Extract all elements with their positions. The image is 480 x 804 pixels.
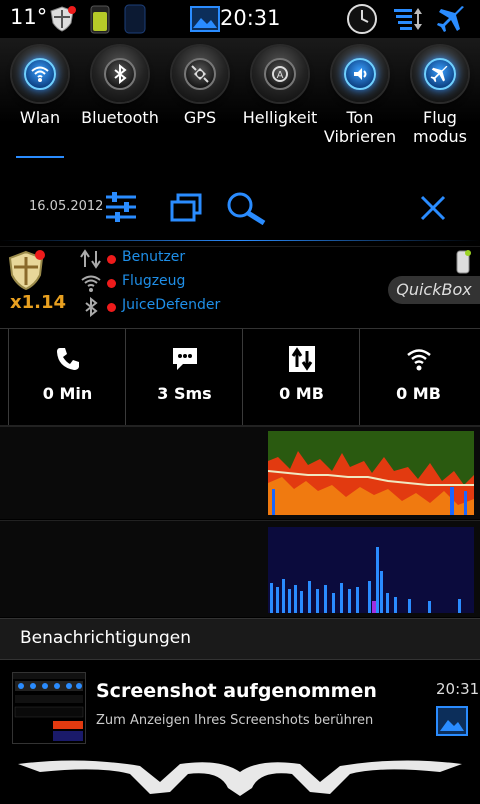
- toggle-label: Bluetooth: [81, 108, 159, 127]
- mobile-data-icon: [289, 346, 315, 372]
- bluetooth-small-icon: [85, 297, 98, 317]
- notification-title: Screenshot aufgenommen: [96, 680, 377, 702]
- wifi-icon: [31, 66, 49, 82]
- stat-value: 0 MB: [279, 384, 324, 403]
- stat-value: 0 MB: [396, 384, 441, 403]
- screenshot-thumbnail: [12, 672, 86, 744]
- brightness-icon: A: [272, 66, 288, 82]
- image-icon: [190, 6, 220, 36]
- close-icon[interactable]: [420, 195, 446, 225]
- svg-text:A: A: [277, 70, 284, 81]
- stat-sms[interactable]: 3 Sms: [125, 329, 243, 425]
- stat-value: 0 Min: [42, 384, 93, 403]
- info-label: Benutzer: [122, 249, 186, 265]
- footer-logo: [0, 752, 480, 800]
- windows-icon[interactable]: [170, 193, 202, 227]
- clock-time: 20:31: [220, 6, 281, 30]
- phone-icon: [124, 4, 146, 38]
- toggle-label: Wlan: [19, 108, 61, 127]
- settings-sliders-icon[interactable]: [104, 191, 138, 227]
- notifications-title: Benachrichtigungen: [20, 628, 192, 648]
- stat-mobile-data[interactable]: 0 MB: [242, 329, 360, 425]
- signal-graph: [268, 527, 474, 613]
- wifi-small-icon: [81, 275, 101, 292]
- usage-stats: 0 Min 3 Sms 0 MB 0 MB: [0, 328, 480, 426]
- bluetooth-icon: [114, 64, 127, 84]
- sound-icon: [354, 68, 367, 80]
- battery-graph: [268, 431, 474, 515]
- date-label: 16.05.2012: [29, 199, 104, 214]
- juice-shield-icon[interactable]: [6, 249, 46, 295]
- wifi-data-icon: [407, 349, 431, 371]
- info-row-item[interactable]: Benutzer: [80, 247, 290, 271]
- image-icon: [436, 706, 468, 740]
- stat-wifi-data[interactable]: 0 MB: [359, 329, 477, 425]
- stat-calls[interactable]: 0 Min: [8, 329, 126, 425]
- notification-item[interactable]: Screenshot aufgenommen Zum Anzeigen Ihre…: [0, 660, 480, 750]
- sms-icon: [173, 348, 197, 370]
- phone-call-icon: [57, 348, 79, 370]
- clock-icon: [346, 3, 378, 39]
- airplane-icon: [436, 3, 468, 39]
- battery-graph-panel[interactable]: [0, 426, 480, 519]
- quickbox-button[interactable]: QuickBox: [388, 276, 480, 304]
- info-label: Flugzeug: [122, 273, 186, 289]
- status-bar: 11° 20:31: [0, 0, 480, 39]
- notification-time: 20:31: [436, 680, 480, 698]
- toggle-label: Flug modus: [412, 108, 467, 146]
- info-label: JuiceDefender: [122, 297, 221, 313]
- notification-subtitle: Zum Anzeigen Ihres Screenshots berühren: [96, 713, 374, 728]
- control-row: 16.05.2012: [0, 175, 480, 241]
- quick-toggles: Wlan Bluetooth GPS A Helligkeit Ton Vibr…: [0, 38, 480, 160]
- airplane-icon: [430, 65, 448, 83]
- battery-icon: [90, 4, 110, 38]
- data-arrows-icon: [80, 249, 101, 269]
- info-row-item[interactable]: Flugzeug: [80, 271, 290, 295]
- sync-icon: [392, 6, 426, 36]
- toggle-label: Ton Vibrieren: [323, 108, 397, 146]
- search-icon[interactable]: [226, 191, 268, 229]
- multiplier-label: x1.14: [10, 292, 67, 313]
- temperature: 11°: [10, 5, 48, 29]
- gps-icon: [191, 65, 209, 83]
- info-row-item[interactable]: JuiceDefender: [80, 295, 290, 319]
- shield-icon: [48, 5, 76, 37]
- battery-small-icon: [454, 249, 472, 279]
- signal-graph-panel[interactable]: [0, 520, 480, 617]
- stat-value: 3 Sms: [157, 384, 212, 403]
- toggle-label: GPS: [183, 108, 217, 127]
- notifications-header: Benachrichtigungen: [0, 618, 480, 660]
- toggle-label: Helligkeit: [242, 108, 318, 127]
